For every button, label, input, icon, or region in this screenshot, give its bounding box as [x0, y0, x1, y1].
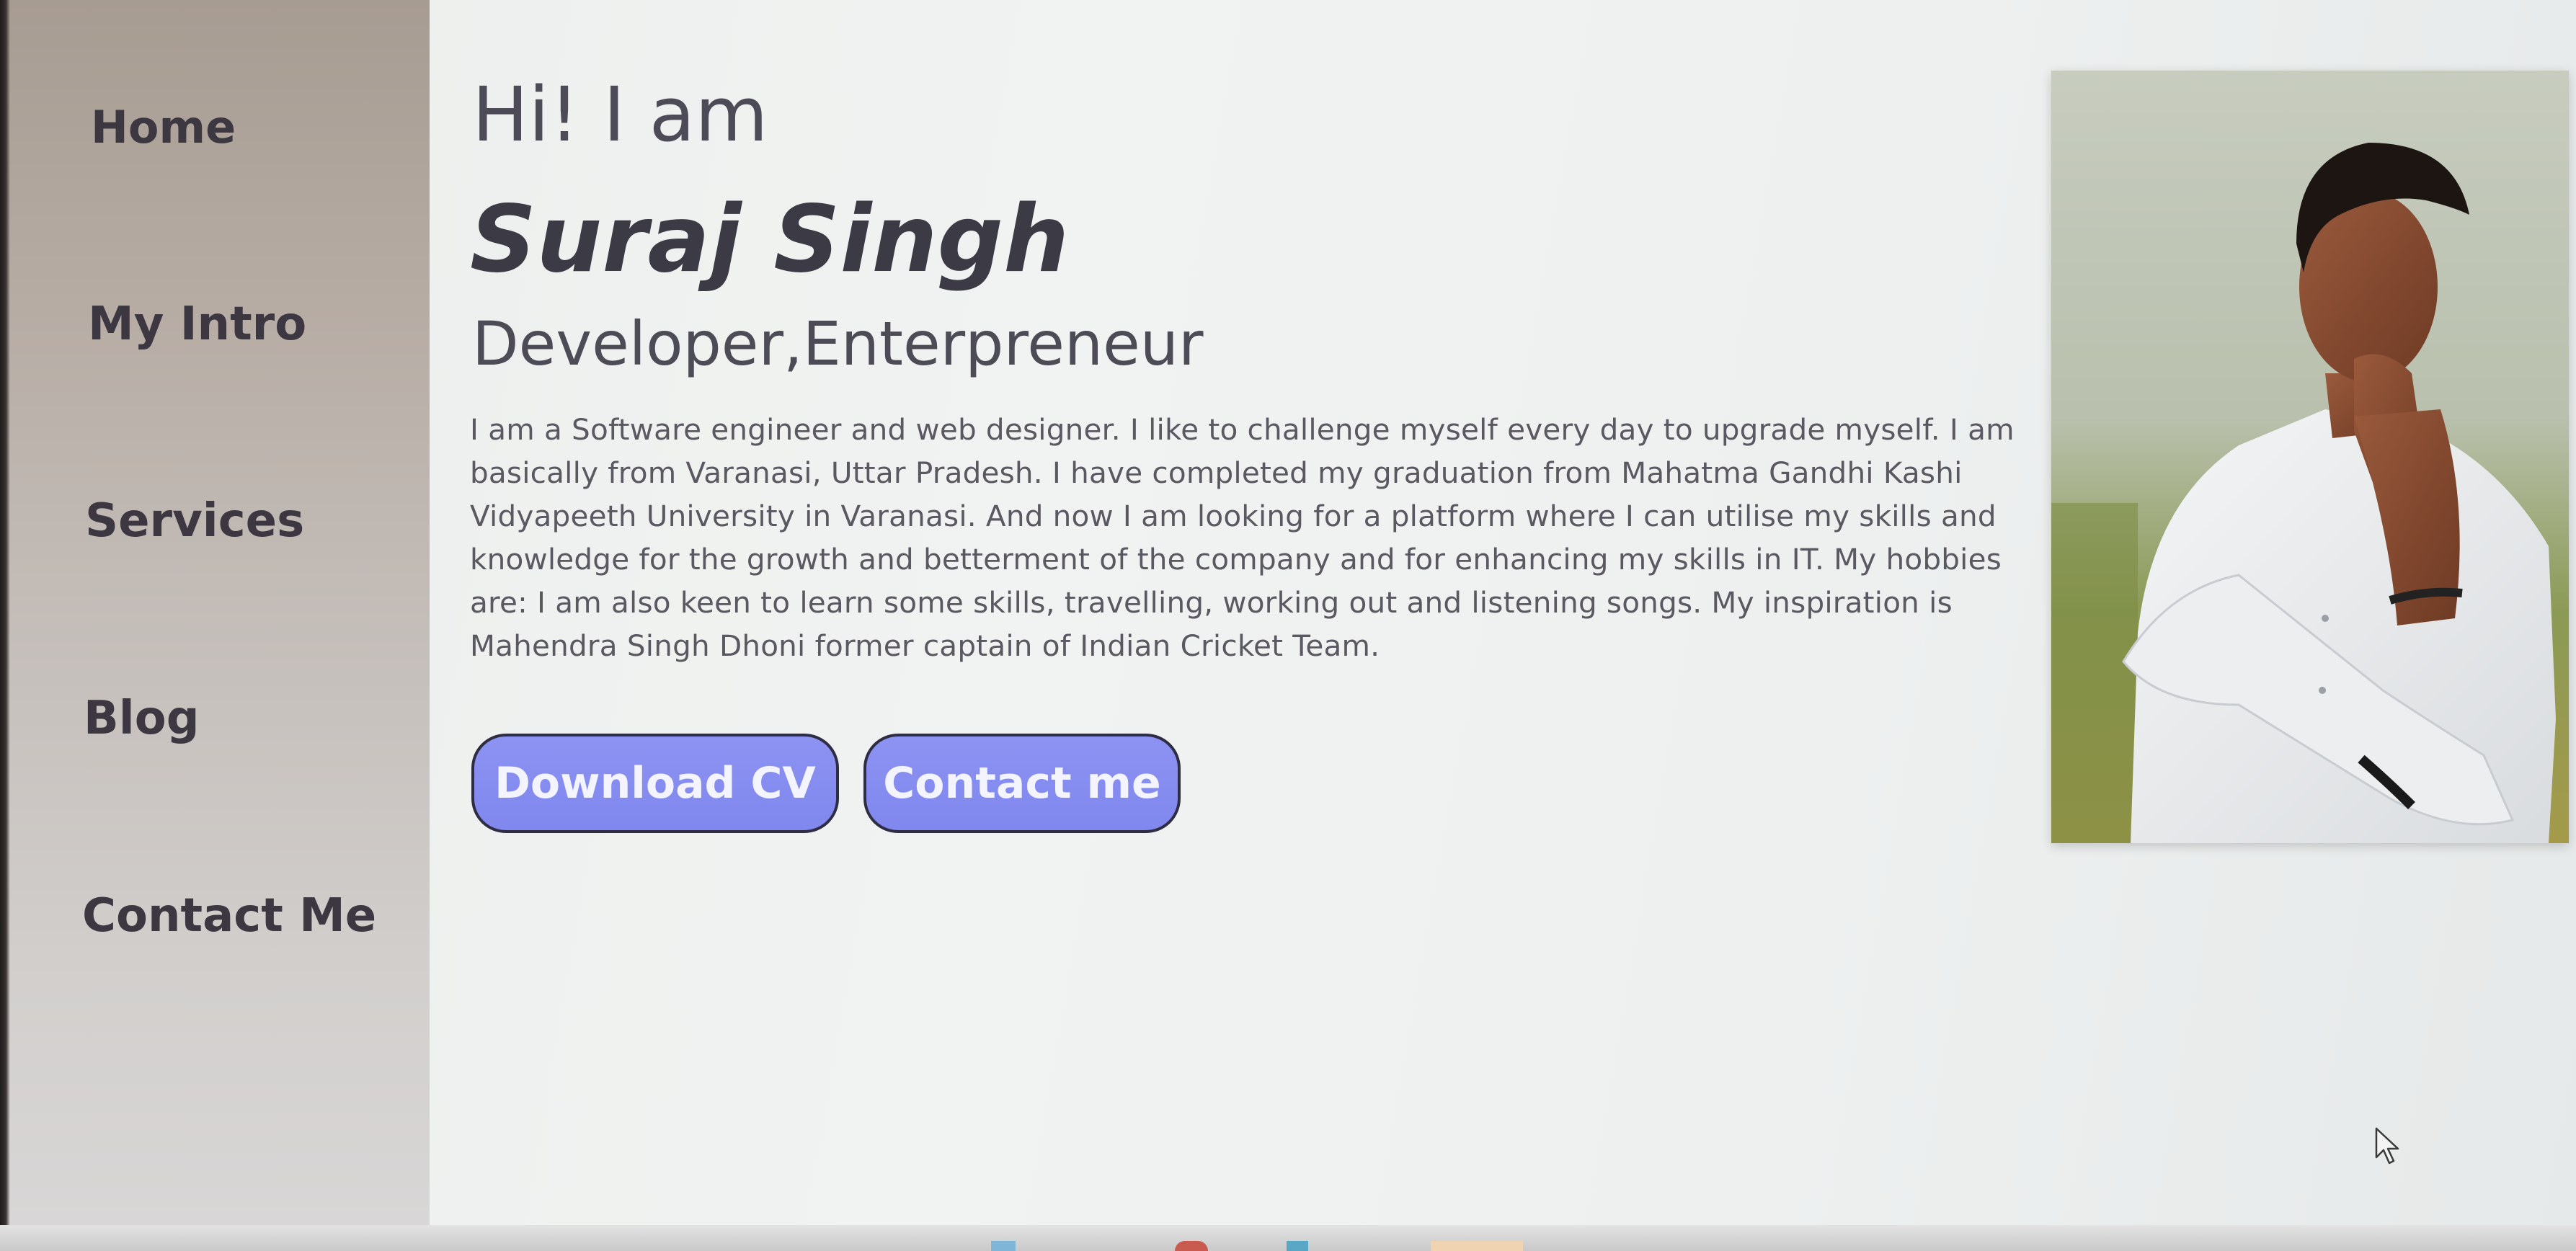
bio-paragraph: I am a Software engineer and web designe…	[470, 412, 2015, 663]
mouse-pointer-icon	[2375, 1127, 2399, 1165]
portfolio-page: Home My Intro Services Blog Contact Me H…	[0, 0, 2576, 1251]
taskbar-active-app-icon[interactable]	[1431, 1241, 1523, 1251]
sidebar-item-home[interactable]: Home	[91, 101, 236, 153]
download-cv-button[interactable]: Download CV	[471, 734, 839, 833]
profile-photo	[2051, 71, 2569, 843]
sidebar-nav: Home My Intro Services Blog Contact Me	[6, 0, 430, 1225]
sidebar-item-blog[interactable]: Blog	[84, 692, 200, 745]
contact-me-button[interactable]: Contact me	[863, 734, 1181, 833]
role-subtitle: Developer,Enterpreneur	[472, 308, 1204, 379]
taskbar-browser-icon[interactable]	[1175, 1241, 1208, 1251]
person-name: Suraj Singh	[470, 186, 1070, 293]
profile-photo-image	[2051, 71, 2569, 843]
sidebar-item-contact-me[interactable]: Contact Me	[82, 889, 376, 943]
taskbar-store-icon[interactable]	[1287, 1241, 1308, 1251]
taskbar-app-icon[interactable]	[991, 1241, 1016, 1251]
screen-bezel	[0, 0, 10, 1251]
sidebar-item-my-intro[interactable]: My Intro	[88, 298, 306, 351]
sidebar-item-services[interactable]: Services	[85, 494, 304, 548]
greeting-text: Hi! I am	[472, 71, 768, 159]
